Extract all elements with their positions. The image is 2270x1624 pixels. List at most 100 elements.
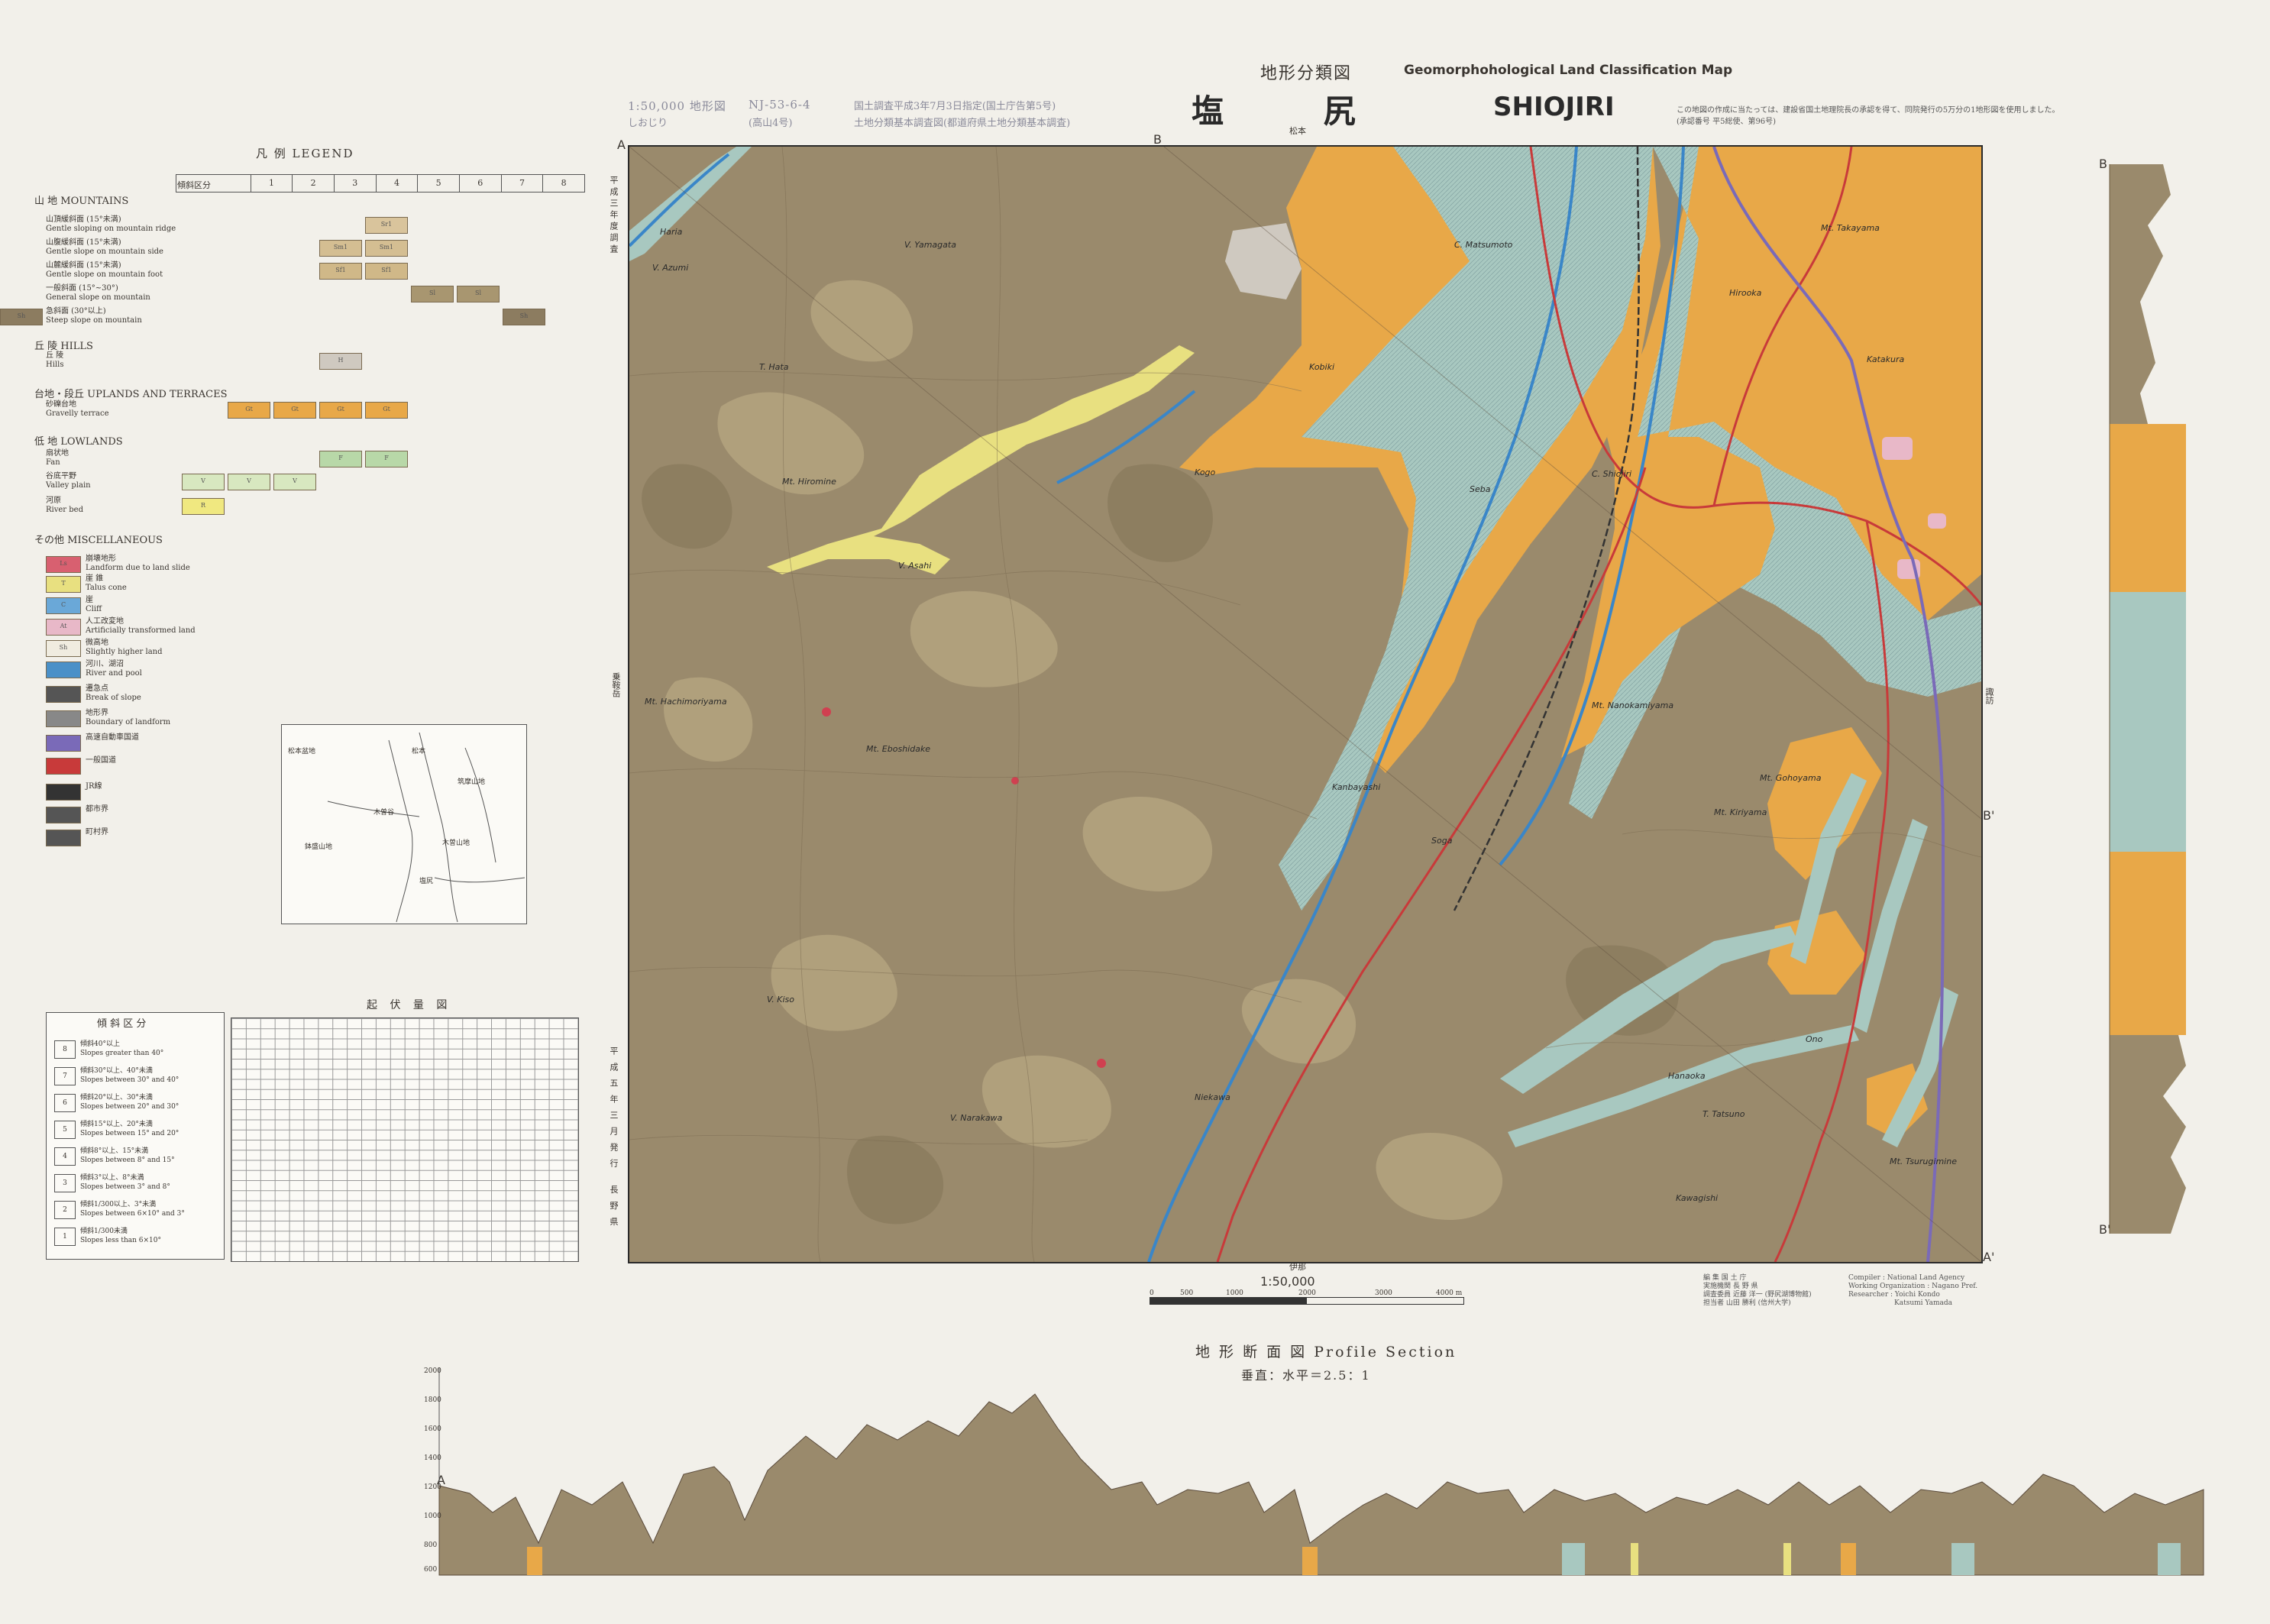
slope-row-en: Slopes between 6×10° and 3° bbox=[80, 1210, 185, 1218]
place-label-t-tatsuno: T. Tatsuno bbox=[1702, 1109, 1745, 1119]
slope-class-4: 4 bbox=[375, 175, 418, 192]
legend-item-en: Landform due to land slide bbox=[86, 564, 190, 572]
slope-row-jp: 傾斜20°以上、30°未満 bbox=[80, 1094, 153, 1102]
place-label-niekawa: Niekawa bbox=[1195, 1092, 1230, 1102]
legend-item-en: General slope on mountain bbox=[46, 293, 150, 302]
legend-item-jp: 町村界 bbox=[86, 828, 108, 836]
legend-swatch: H bbox=[319, 353, 362, 370]
place-label-v-narakawa: V. Narakawa bbox=[950, 1113, 1003, 1123]
legend-item-label: 高速自動車国道 bbox=[86, 733, 139, 742]
profile-y-tick: 2000 bbox=[424, 1367, 441, 1375]
legend-item-label: JR線 bbox=[86, 782, 102, 791]
credits-jp: 編 集 国 土 庁 実施機関 長 野 県 調査委員 近藤 洋一 (野尻湖博物館)… bbox=[1703, 1274, 1812, 1308]
slope-row-jp: 傾斜30°以上、40°未満 bbox=[80, 1067, 153, 1075]
legend-swatch: Ls bbox=[46, 556, 81, 573]
legend-item-label: 遷急点 Break of slope bbox=[86, 684, 141, 703]
corner-b-prime: B' bbox=[1983, 808, 1995, 823]
index-map: 松本盆地 松本 筑摩山地 鉢盛山地 木曽山地 木曽谷 塩尻 bbox=[281, 724, 527, 924]
legend-item-en: Cliff bbox=[86, 605, 102, 613]
place-label-v-asahi: V. Asahi bbox=[898, 561, 932, 571]
legend-swatch: V bbox=[182, 474, 225, 490]
legend-item-en: River and pool bbox=[86, 669, 142, 678]
legend-swatch: Sl bbox=[411, 286, 454, 302]
sheet-kana: しおじり bbox=[628, 118, 668, 129]
legend-item-label: 人工改変地 Artificially transformed land bbox=[86, 617, 196, 636]
legend-swatch: Gt bbox=[228, 402, 270, 419]
slope-row-jp: 傾斜1/300未満 bbox=[80, 1228, 128, 1235]
credit-line: 調査委員 近藤 洋一 (野尻湖博物館) bbox=[1703, 1291, 1812, 1299]
profile-y-tick: 800 bbox=[424, 1542, 438, 1549]
legend-item-jp: 河原 bbox=[46, 497, 61, 505]
slope-row-jp: 傾斜40°以上 bbox=[80, 1040, 120, 1048]
profile-y-tick: 1200 bbox=[424, 1483, 441, 1491]
neighbor-left: 乗鞍岳 bbox=[611, 672, 621, 697]
index-label-2: 松本 bbox=[412, 748, 426, 755]
legend-item-jp: 丘 陵 bbox=[46, 351, 64, 360]
legend-item-jp: 扇状地 bbox=[46, 449, 69, 458]
slope-class-7: 7 bbox=[500, 175, 543, 192]
credits-en: Compiler : National Land Agency Working … bbox=[1848, 1274, 1977, 1308]
neighbor-right: 諏訪 bbox=[1984, 687, 1994, 704]
scale-tick-1000: 1000 bbox=[1226, 1289, 1243, 1297]
legend-item-label: 河川、湖沼 River and pool bbox=[86, 660, 142, 678]
legend-item-en: Fan bbox=[46, 458, 60, 467]
left-margin-text: 平成三年度調査 bbox=[609, 176, 619, 256]
place-label-t-hata: T. Hata bbox=[759, 362, 789, 372]
place-label-mt-gohoyama: Mt. Gohoyama bbox=[1760, 773, 1822, 783]
geomorphological-map[interactable]: C. Matsumoto C. Shiojiri V. Azumi V. Yamaga… bbox=[628, 145, 1983, 1263]
credit-line: 担当者 山田 勝利 (信州大学) bbox=[1703, 1299, 1791, 1307]
index-label-7: 塩尻 bbox=[419, 878, 434, 885]
legend-item-en: Break of slope bbox=[86, 694, 141, 702]
slope-row-en: Slopes between 3° and 8° bbox=[80, 1183, 170, 1191]
place-label-katakura: Katakura bbox=[1867, 354, 1905, 364]
profile-y-tick: 1800 bbox=[424, 1396, 441, 1404]
legend-section-uplands: 台地・段丘 UPLANDS AND TERRACES bbox=[34, 389, 228, 400]
slope-row-num: 7 bbox=[54, 1067, 76, 1085]
survey-line-2: 土地分類基本調査図(都道府県土地分類基本調査) bbox=[854, 118, 1071, 129]
sheet-code: NJ-53-6-4 bbox=[749, 98, 811, 112]
legend-item-en: Boundary of landform bbox=[86, 718, 171, 726]
scale-tick-0: 0 bbox=[1150, 1289, 1154, 1297]
legend-swatch: T bbox=[46, 576, 81, 593]
legend-item-label: 丘 陵 Hills bbox=[46, 351, 63, 370]
place-label-ono: Ono bbox=[1806, 1034, 1823, 1044]
place-label-mt-kirigamine: Mt. Kiriyama bbox=[1714, 807, 1767, 817]
slope-row-jp: 傾斜3°以上、8°未満 bbox=[80, 1174, 144, 1182]
slope-class-6: 6 bbox=[458, 175, 501, 192]
legend-swatch: F bbox=[319, 451, 362, 467]
scale-tick-4000: 4000 m bbox=[1436, 1289, 1463, 1297]
legend-swatch: Sf1 bbox=[319, 263, 362, 280]
scale-tick-2000: 2000 bbox=[1298, 1289, 1316, 1297]
legend-swatch bbox=[46, 735, 81, 752]
slope-class-3: 3 bbox=[333, 175, 376, 192]
legend-swatch: Gt bbox=[319, 402, 362, 419]
scale-bar-fill bbox=[1150, 1298, 1307, 1304]
legend-item-label: 地形界 Boundary of landform bbox=[86, 709, 170, 727]
legend-swatch: At bbox=[46, 619, 81, 636]
legend-item-jp: 山麓緩斜面 (15°未満) bbox=[46, 261, 121, 270]
credit-line: Katsumi Yamada bbox=[1894, 1299, 1953, 1307]
permission-note-1: この地図の作成に当たっては、建設省国土地理院長の承認を得て、同院発行の5万分の1… bbox=[1677, 106, 2060, 115]
legend-swatch: Gt bbox=[273, 402, 316, 419]
legend-item-jp: 高速自動車国道 bbox=[86, 733, 139, 742]
place-label-mt-hiromine: Mt. Hiromine bbox=[782, 477, 836, 487]
slope-row-num: 6 bbox=[54, 1094, 76, 1112]
legend-item-en: Gentle slope on mountain foot bbox=[46, 270, 163, 279]
legend-item-jp: 遷急点 bbox=[86, 684, 108, 693]
profile-y-tick: 1400 bbox=[424, 1454, 441, 1462]
legend-swatch bbox=[46, 807, 81, 823]
legend-item-en: Gravelly terrace bbox=[46, 409, 109, 418]
legend-item-jp: 山腹緩斜面 (15°未満) bbox=[46, 238, 121, 247]
legend-item-en: Hills bbox=[46, 361, 64, 369]
place-label-c-matsumoto: C. Matsumoto bbox=[1454, 240, 1513, 250]
profile-section: 2000 1800 1600 1400 1200 1000 800 600 bbox=[424, 1352, 2219, 1581]
legend-section-mountains: 山 地 MOUNTAINS bbox=[34, 196, 129, 207]
legend-item-en: Artificially transformed land bbox=[86, 626, 196, 635]
credit-line: Researcher : Yoichi Kondo bbox=[1848, 1291, 1940, 1299]
relief-grid bbox=[231, 1017, 579, 1262]
legend-swatch: Sr1 bbox=[365, 217, 408, 234]
credit-line: 編 集 国 土 庁 bbox=[1703, 1274, 1747, 1282]
legend-item-label: 一般国道 bbox=[86, 756, 116, 765]
place-label-hirooka: Hirooka bbox=[1729, 288, 1762, 298]
legend-item-jp: 河川、湖沼 bbox=[86, 660, 124, 668]
